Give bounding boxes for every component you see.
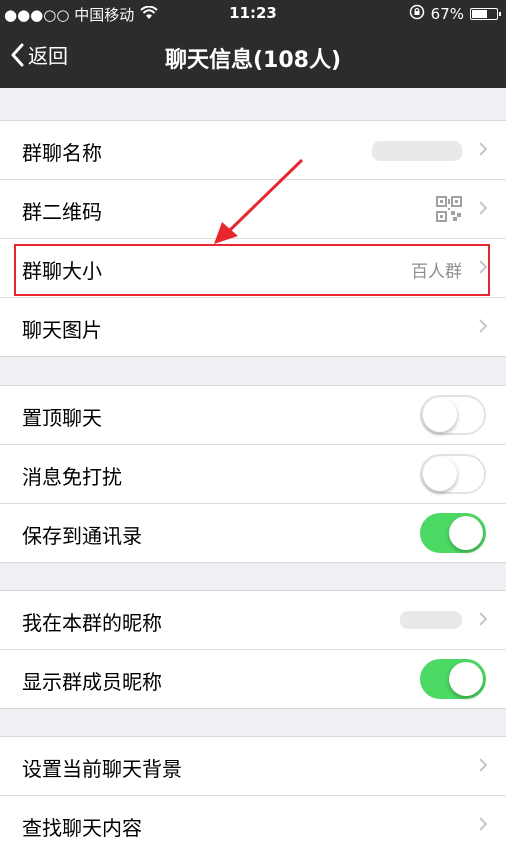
chat-tools-section: 设置当前聊天背景 查找聊天内容 [0,736,506,854]
chevron-right-icon [479,201,488,215]
row-my-nickname[interactable]: 我在本群的昵称 [0,591,506,650]
show-nicknames-label: 显示群成员昵称 [22,670,162,694]
row-chat-background[interactable]: 设置当前聊天背景 [0,737,506,796]
battery-icon [470,8,501,20]
chevron-right-icon [479,612,488,626]
info-section: 群聊名称 群二维码 群聊大小 百人群 聊天图片 [0,120,506,357]
row-group-name[interactable]: 群聊名称 [0,121,506,180]
chevron-right-icon [479,319,488,333]
group-name-label: 群聊名称 [22,141,102,165]
mute-label: 消息免打扰 [22,465,122,489]
nav-bar: 返回 聊天信息(108人) [0,28,506,88]
nickname-section: 我在本群的昵称 显示群成员昵称 [0,590,506,709]
orientation-lock-icon [409,4,425,24]
chevron-right-icon [479,142,488,156]
settings-section: 置顶聊天 消息免打扰 保存到通讯录 [0,385,506,563]
my-nickname-label: 我在本群的昵称 [22,611,162,635]
status-bar: ●●●○○ 中国移动 11:23 67% [0,0,506,28]
chevron-right-icon [479,817,488,831]
row-mute: 消息免打扰 [0,445,506,504]
group-name-value-blurred [372,141,462,161]
row-search-chat[interactable]: 查找聊天内容 [0,796,506,854]
page-title: 聊天信息(108人) [164,48,342,73]
row-qr-code[interactable]: 群二维码 [0,180,506,239]
search-chat-label: 查找聊天内容 [22,816,142,840]
highlight-box [14,244,490,296]
status-right: 67% [409,4,501,24]
chat-background-label: 设置当前聊天背景 [22,757,182,781]
pin-chat-label: 置顶聊天 [22,406,102,430]
show-nicknames-toggle[interactable] [420,659,486,699]
pin-chat-toggle[interactable] [420,395,486,435]
my-nickname-value-blurred [400,611,462,629]
qr-code-icon [436,196,462,222]
row-pin-chat: 置顶聊天 [0,386,506,445]
row-show-nicknames: 显示群成员昵称 [0,650,506,708]
save-contacts-label: 保存到通讯录 [22,524,142,548]
chat-images-label: 聊天图片 [22,318,102,342]
battery-percent: 67% [430,5,464,23]
save-contacts-toggle[interactable] [420,513,486,553]
row-chat-images[interactable]: 聊天图片 [0,298,506,356]
qr-code-label: 群二维码 [22,200,102,224]
mute-toggle[interactable] [420,454,486,494]
chevron-right-icon [479,758,488,772]
row-save-contacts: 保存到通讯录 [0,504,506,562]
